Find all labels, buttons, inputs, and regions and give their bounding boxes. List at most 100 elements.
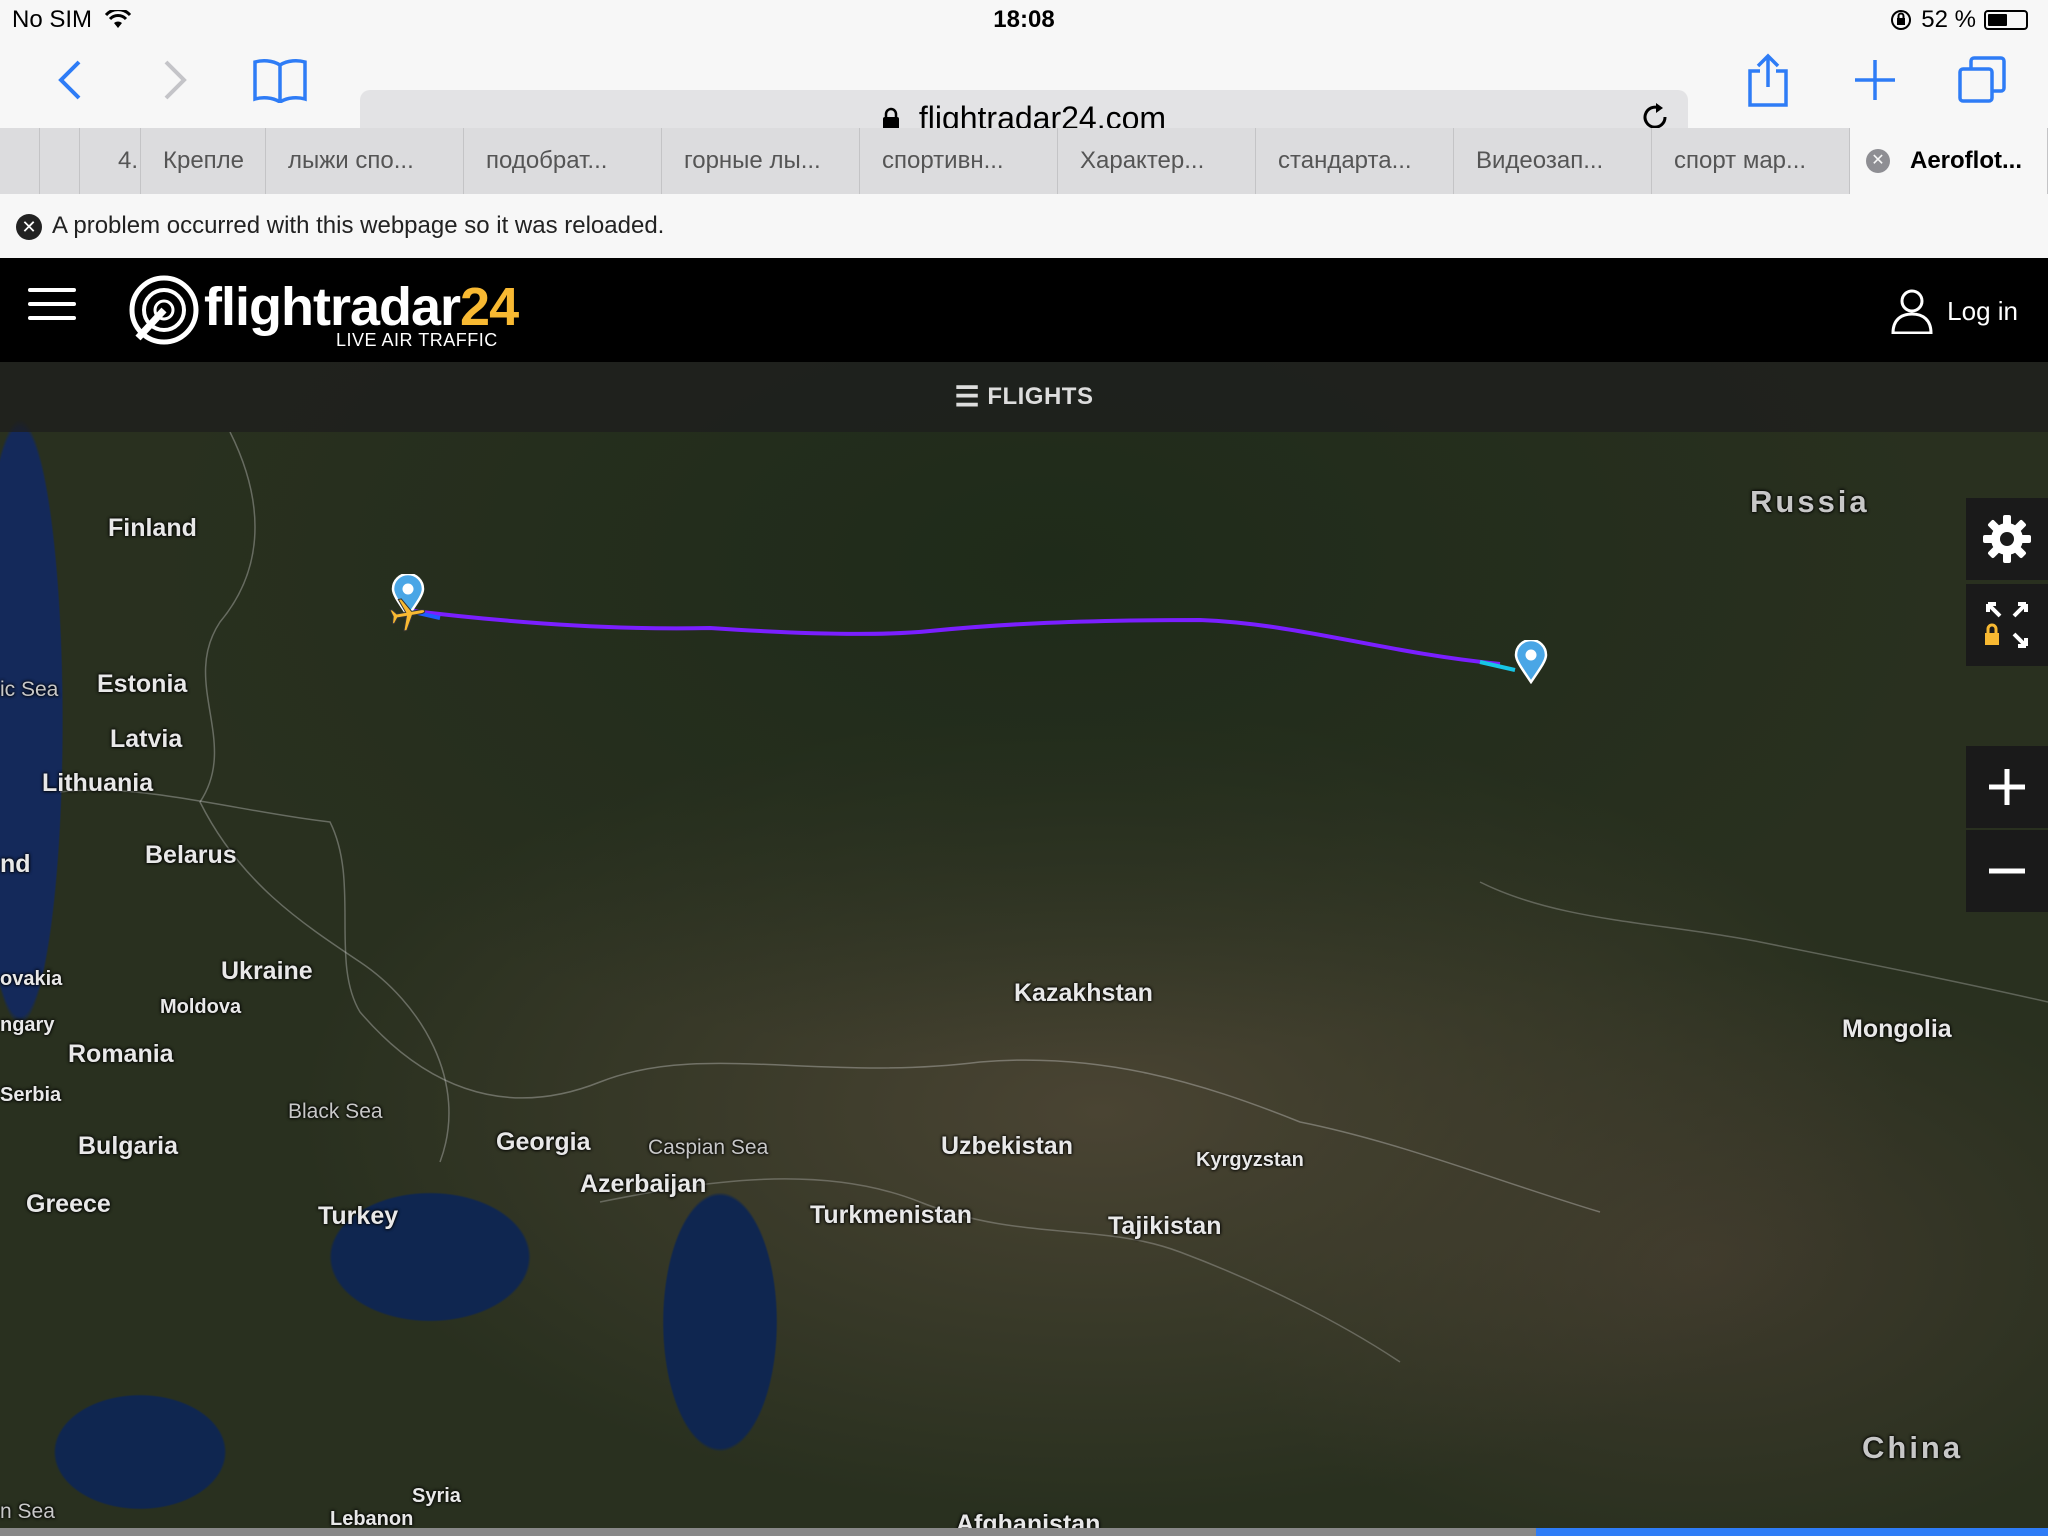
tabs-overview-button[interactable]: [1952, 50, 2012, 110]
map-label: Belarus: [145, 841, 237, 869]
chevron-left-icon: [58, 60, 81, 100]
tab-stack-2[interactable]: [40, 128, 80, 194]
tab-active-label: Aeroflot...: [1910, 147, 2022, 174]
battery-percent: 52 %: [1921, 6, 1976, 33]
close-notice-icon[interactable]: ✕: [16, 214, 42, 240]
map-borders: [59, 431, 2048, 1363]
share-button[interactable]: [1738, 50, 1798, 110]
tab-item[interactable]: горные лы...: [662, 128, 860, 194]
page-load-fill: [1536, 1528, 2048, 1536]
expand-lock-icon: [1985, 602, 2028, 648]
status-right: 52 %: [1889, 6, 2028, 34]
page-load-bar: [0, 1528, 2048, 1536]
hamburger-line: [28, 288, 76, 292]
map-label: Finland: [108, 514, 197, 542]
orientation-lock-icon: [1891, 10, 1912, 30]
map-label: Kazakhstan: [1014, 979, 1153, 1007]
map-label: Greece: [26, 1190, 111, 1218]
zoom-in-button[interactable]: [1966, 746, 2048, 828]
map-label: Russia: [1750, 484, 1870, 519]
back-button[interactable]: [40, 50, 100, 110]
radar-logo-icon: [129, 275, 199, 345]
login-button[interactable]: Log in: [1891, 288, 2018, 334]
map-label: nd: [0, 850, 31, 878]
battery-icon: [1984, 10, 2028, 30]
menu-button[interactable]: [28, 288, 76, 322]
hamburger-line: [28, 302, 76, 306]
tab-item[interactable]: Характер...: [1058, 128, 1256, 194]
battery-fill: [1988, 14, 2007, 26]
map-label: Mongolia: [1842, 1015, 1952, 1043]
map-label: ovakia: [0, 968, 63, 990]
airplane-icon[interactable]: [388, 594, 428, 634]
map-label: ngary: [0, 1014, 55, 1036]
tab-active[interactable]: ✕ Aeroflot...: [1850, 128, 2048, 194]
map-label: China: [1862, 1430, 1964, 1465]
tab-item[interactable]: подобрат...: [464, 128, 662, 194]
map-label: Romania: [68, 1040, 174, 1068]
tab-stack-1[interactable]: [0, 128, 40, 194]
browser-toolbar: flightradar24.com: [0, 40, 2048, 146]
settings-button[interactable]: [1966, 498, 2048, 580]
map-label: Tajikistan: [1108, 1212, 1222, 1240]
site-header: flightradar24 LIVE AIR TRAFFIC Log in: [0, 258, 2048, 362]
flights-toggle[interactable]: ☰ FLIGHTS: [0, 362, 2048, 432]
map-label: Syria: [412, 1485, 461, 1507]
user-icon: [1891, 289, 1933, 334]
logo-tagline: LIVE AIR TRAFFIC: [336, 330, 498, 350]
forward-button[interactable]: [145, 50, 205, 110]
map-label: Latvia: [110, 725, 183, 753]
tabs-icon: [1958, 56, 2006, 103]
map-label: Estonia: [97, 670, 188, 698]
logo-wordmark: flightradar24: [204, 276, 519, 338]
tab-item[interactable]: Видеозап...: [1454, 128, 1652, 194]
map-label: Azerbaijan: [580, 1170, 707, 1198]
map-label: Georgia: [496, 1128, 591, 1156]
sea-label: ic Sea: [0, 678, 59, 701]
sea-label: Caspian Sea: [648, 1136, 769, 1159]
fullscreen-button[interactable]: [1966, 584, 2048, 666]
bookmarks-button[interactable]: [250, 50, 310, 110]
clock: 18:08: [993, 6, 1055, 33]
tab-item[interactable]: стандарта...: [1256, 128, 1454, 194]
close-tab-icon[interactable]: ✕: [1866, 149, 1890, 173]
notice-text: A problem occurred with this webpage so …: [52, 212, 665, 239]
book-icon: [253, 59, 307, 103]
flight-route: [404, 608, 1501, 666]
logo-text: flightradar: [204, 277, 461, 337]
list-icon: ☰: [954, 381, 981, 412]
map-label: Serbia: [0, 1084, 62, 1106]
site-logo[interactable]: flightradar24 LIVE AIR TRAFFIC: [128, 272, 519, 352]
login-label: Log in: [1947, 295, 2018, 326]
tab-item[interactable]: 4.: [80, 128, 141, 194]
destination-pin-icon[interactable]: [1514, 640, 1548, 684]
map-label: Bulgaria: [78, 1132, 179, 1160]
sea-label: n Sea: [0, 1500, 55, 1523]
tab-item[interactable]: лыжи спо...: [266, 128, 464, 194]
tab-item[interactable]: спорт мар...: [1652, 128, 1850, 194]
status-bar: No SIM 18:08 52 %: [0, 0, 2048, 40]
logo-number: 24: [460, 277, 519, 337]
flights-label: FLIGHTS: [987, 383, 1094, 410]
reload-notice: ✕ A problem occurred with this webpage s…: [0, 194, 2048, 259]
minus-icon: [1989, 868, 2025, 874]
map-label: Uzbekistan: [941, 1132, 1073, 1160]
new-tab-button[interactable]: [1845, 50, 1905, 110]
hamburger-line: [28, 316, 76, 320]
map-label: Moldova: [160, 996, 242, 1018]
tab-strip: 4. Крепле лыжи спо... подобрат... горные…: [0, 128, 2048, 195]
chevron-right-icon: [164, 60, 187, 100]
plus-icon: [1989, 769, 2025, 805]
share-icon: [1748, 53, 1788, 107]
map-label: Turkmenistan: [810, 1201, 973, 1229]
map-label: Kyrgyzstan: [1196, 1149, 1304, 1171]
gear-icon: [1983, 515, 2031, 563]
map-label: Lithuania: [42, 769, 154, 797]
tab-item[interactable]: спортивн...: [860, 128, 1058, 194]
tab-item[interactable]: Крепле: [141, 128, 266, 194]
map-label: Ukraine: [221, 957, 313, 985]
plus-icon: [1855, 60, 1895, 100]
flight-map[interactable]: ☰ FLIGHTS Finland Russia Estonia Latvia …: [0, 362, 2048, 1536]
sea-label: Black Sea: [288, 1100, 383, 1123]
zoom-out-button[interactable]: [1966, 830, 2048, 912]
